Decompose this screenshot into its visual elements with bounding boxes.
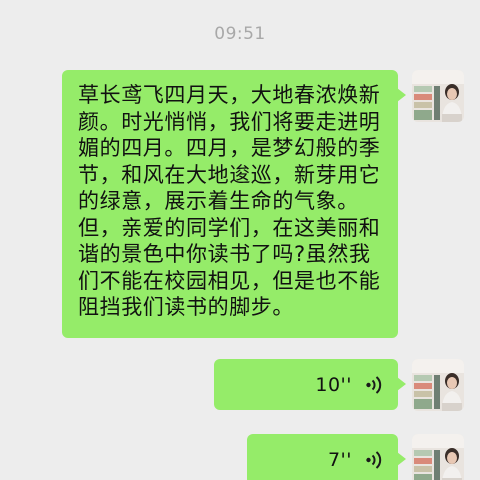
message-timestamp: 09:51 — [214, 24, 266, 44]
voice-message-bubble[interactable]: 10'' — [214, 359, 406, 410]
avatar-photo-icon — [412, 70, 464, 122]
chat-screen: 09:51 草长鸢飞四月天，大地春浓焕新颜。时光悄悄，我们将要走进明媚的四月。四… — [0, 0, 480, 480]
user-avatar[interactable] — [412, 70, 464, 122]
avatar-photo-icon — [412, 359, 464, 411]
avatar-photo-icon — [412, 434, 464, 480]
user-avatar[interactable] — [412, 359, 464, 411]
voice-duration: 7'' — [327, 448, 352, 471]
voice-wave-icon — [366, 450, 382, 469]
voice-wave-icon — [366, 375, 382, 394]
text-message-bubble[interactable]: 草长鸢飞四月天，大地春浓焕新颜。时光悄悄，我们将要走进明媚的四月。四月，是梦幻般… — [62, 70, 406, 338]
voice-duration: 10'' — [315, 373, 352, 396]
voice-message-bubble[interactable]: 7'' — [247, 434, 406, 480]
user-avatar[interactable] — [412, 434, 464, 480]
